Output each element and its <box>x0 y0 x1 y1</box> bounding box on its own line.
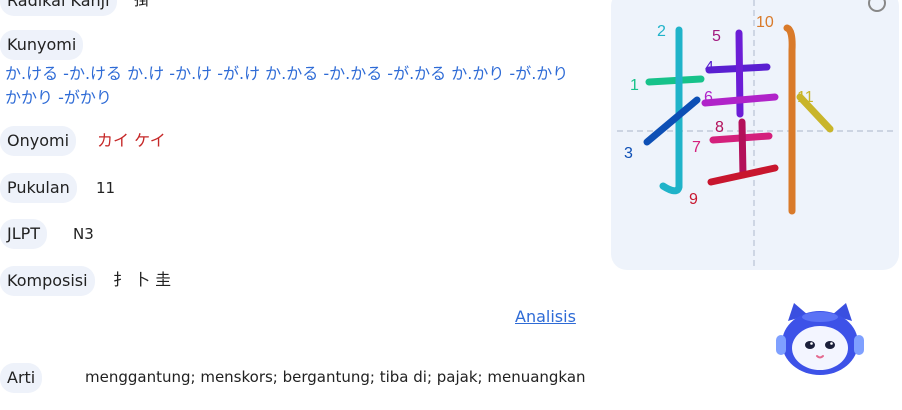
mascot-robot-icon[interactable] <box>772 301 868 379</box>
stroke-number-5: 5 <box>712 28 721 45</box>
radikal-label: Radikal Kanji <box>0 0 117 16</box>
kunyomi-label: Kunyomi <box>0 30 84 60</box>
jlpt-label: JLPT <box>0 219 48 249</box>
stroke-number-10: 10 <box>756 14 774 31</box>
stroke-1 <box>645 75 705 86</box>
stroke-number-1: 1 <box>630 77 639 94</box>
stroke-number-8: 8 <box>715 119 724 136</box>
stroke-order-diagram: 1 2 3 4 5 6 7 8 9 10 11 <box>617 0 893 270</box>
stroke-order-panel: 1 2 3 4 5 6 7 8 9 10 11 <box>611 0 899 270</box>
arti-label: Arti <box>0 363 43 393</box>
pukulan-label: Pukulan <box>0 173 77 203</box>
stroke-number-9: 9 <box>689 191 698 208</box>
jlpt-value: N3 <box>73 225 94 243</box>
arti-value: menggantung; menskors; bergantung; tiba … <box>85 368 586 386</box>
stroke-number-7: 7 <box>692 139 701 156</box>
komposisi-value: 扌 卜 圭 <box>113 270 172 289</box>
stroke-6 <box>701 93 779 107</box>
stroke-2 <box>659 26 683 195</box>
stroke-3 <box>643 96 701 146</box>
radikal-value: 掛 <box>134 0 151 10</box>
stroke-number-11: 11 <box>797 89 814 106</box>
onyomi-readings: カイ ケイ <box>97 131 166 150</box>
stroke-number-4: 4 <box>705 59 714 76</box>
pukulan-value: 11 <box>96 179 116 197</box>
kunyomi-readings: か.ける -か.ける か.け -か.け -が.け か.かる -か.かる -が.か… <box>5 64 569 107</box>
stroke-number-6: 6 <box>704 89 713 106</box>
stroke-number-3: 3 <box>624 145 633 162</box>
analisis-link[interactable]: Analisis <box>515 307 576 326</box>
stroke-number-2: 2 <box>657 23 666 40</box>
stroke-8 <box>738 118 747 179</box>
komposisi-label: Komposisi <box>0 266 95 296</box>
stroke-10 <box>783 24 796 215</box>
onyomi-label: Onyomi <box>0 126 77 156</box>
